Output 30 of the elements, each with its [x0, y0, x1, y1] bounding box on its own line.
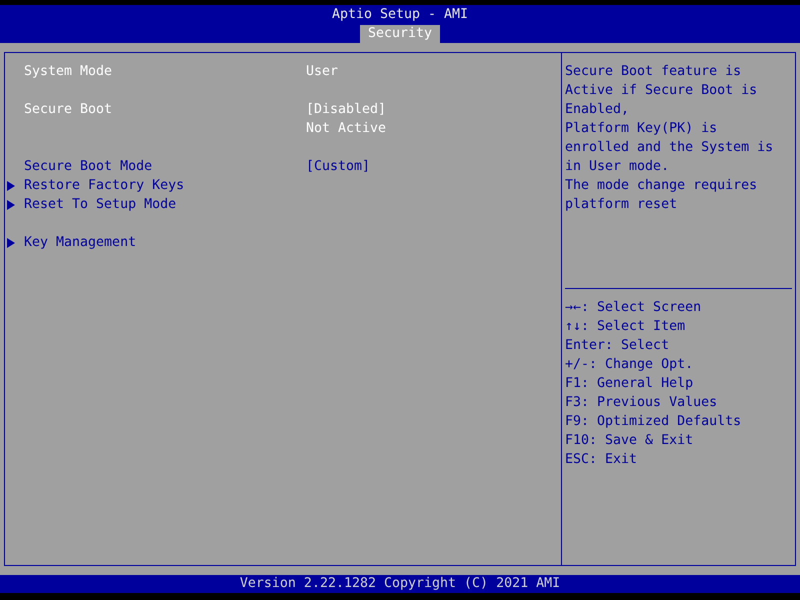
key-hint: ESC: Exit: [565, 451, 638, 469]
menu-item[interactable]: Restore Factory Keys: [24, 178, 184, 193]
menu-item[interactable]: Reset To Setup Mode: [24, 197, 176, 212]
menu-item[interactable]: Secure Boot Mode: [24, 159, 152, 174]
menu-item[interactable]: Key Management: [24, 235, 136, 250]
option-value[interactable]: [Custom]: [306, 157, 370, 176]
help-text: enrolled and the System is: [565, 139, 774, 157]
window-title: Aptio Setup - AMI: [332, 6, 468, 24]
setting-label: Secure Boot: [24, 102, 112, 117]
setting-value: Not Active: [306, 120, 386, 138]
setting-value: User: [306, 63, 338, 81]
help-text: Secure Boot feature is: [565, 63, 742, 81]
setting-label: System Mode: [24, 64, 112, 79]
help-text: in User mode.: [565, 158, 670, 176]
key-hint: F1: General Help: [565, 375, 694, 393]
help-text: platform reset: [565, 196, 678, 214]
help-text: The mode change requires: [565, 177, 758, 195]
key-hint: +/-: Change Opt.: [565, 356, 694, 374]
key-hint: F3: Previous Values: [565, 394, 718, 412]
key-hint: Enter: Select: [565, 337, 670, 355]
key-hint: F10: Save & Exit: [565, 432, 694, 450]
version-text: Version 2.22.1282 Copyright (C) 2021 AMI: [240, 575, 560, 593]
help-text: Platform Key(PK) is: [565, 120, 718, 138]
submenu-arrow-icon: [7, 238, 15, 248]
key-hint: ↑↓: Select Item: [565, 318, 686, 336]
help-text: Active if Secure Boot is: [565, 82, 758, 100]
help-text: Enabled,: [565, 101, 630, 119]
key-hint: F9: Optimized Defaults: [565, 413, 742, 431]
key-hint: →←: Select Screen: [565, 299, 702, 317]
setting-value: [Disabled]: [306, 101, 386, 119]
